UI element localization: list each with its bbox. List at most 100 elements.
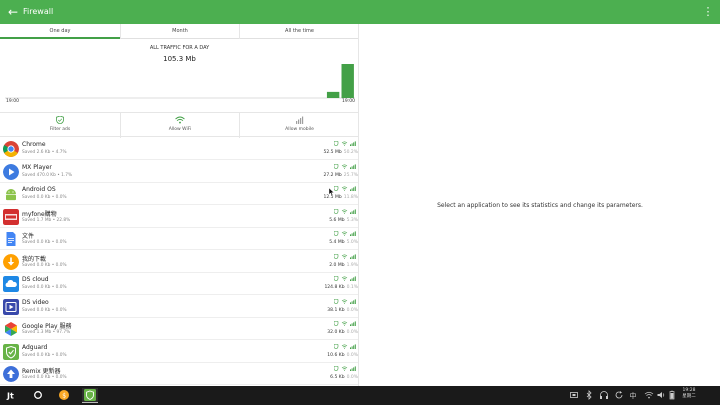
app-traffic: 10.6 Kb 0.0% [327, 353, 358, 358]
ds-video-icon [3, 298, 19, 315]
list-item[interactable]: 我的下載 Saved 0.0 Kb • 0.0% 2.0 Mb 1.9% [0, 251, 358, 273]
x-start-label: 19:00 [6, 99, 19, 104]
wifi-icon[interactable] [644, 390, 654, 400]
allow-wifi-label: Allow WiFi [168, 127, 192, 132]
traffic-percent: 5.3% [346, 217, 358, 223]
traffic-percent: 1.9% [346, 262, 358, 268]
screenshot-icon[interactable] [569, 390, 579, 400]
x-end-label: 19:00 [342, 99, 355, 104]
app-name: Chrome [22, 141, 46, 148]
app-list-pane: One day Month All the time ALL TRAFFIC F… [0, 24, 359, 386]
app-saved-stats: Saved 0.0 Kb • 0.0% [22, 307, 67, 313]
tab-one-day[interactable]: One day [0, 24, 120, 39]
download-icon [3, 253, 19, 270]
permission-toggles: Filter ads Allow WiFi Allow mobile [0, 112, 358, 138]
app-saved-stats: Saved 0.0 Kb • 0.0% [22, 262, 67, 268]
list-item[interactable]: Google Play 服務 Saved 1.3 Mb • 97.7% 32.0… [0, 318, 358, 340]
traffic-amount: 2.0 Mb [329, 262, 345, 268]
app-traffic: 32.0 Kb 0.0% [327, 330, 358, 335]
overflow-menu-icon[interactable]: ⋮ [702, 3, 714, 21]
remix-start-icon[interactable]: Jt [4, 388, 20, 403]
traffic-amount: 6.5 Kb [330, 375, 345, 380]
traffic-percent: 0.0% [346, 375, 358, 380]
traffic-chart: ALL TRAFFIC FOR A DAY 105.3 Mb 19:00 19:… [0, 40, 358, 112]
filter-ads-toggle[interactable]: Filter ads [0, 113, 120, 138]
remix-updater-icon [3, 366, 19, 382]
list-item[interactable]: Chrome Saved 2.6 Kb • 4.7% 52.5 Mb 50.2% [0, 138, 359, 160]
traffic-percent: 0.0% [346, 330, 358, 335]
list-item[interactable]: MX Player Saved 470.0 Kb • 1.7% 27.2 Mb 2… [0, 161, 358, 183]
app-traffic: 124.8 Kb 0.1% [324, 285, 358, 290]
app-saved-stats: Saved 1.7 Mb • 22.8% [22, 217, 71, 223]
adguard-icon [3, 343, 19, 360]
app-name: Remix 更新器 [22, 368, 61, 375]
coin-app-icon[interactable]: $ [56, 388, 72, 403]
google-play-services-icon [3, 321, 19, 337]
list-item[interactable]: DS video Saved 0.0 Kb • 0.0% 38.1 Kb 0.0% [0, 296, 358, 318]
app-saved-stats: Saved 2.6 Kb • 4.7% [22, 150, 67, 155]
traffic-amount: 5.6 Mb [329, 217, 345, 223]
app-saved-stats: Saved 0.0 Kb • 0.0% [22, 285, 67, 290]
app-traffic: 2.0 Mb 1.9% [329, 263, 358, 268]
list-item[interactable]: Remix 更新器 Saved 0.0 Kb • 0.0% 6.5 Kb 0.0% [0, 363, 358, 385]
app-name: Android OS [22, 186, 56, 193]
app-traffic: 38.1 Kb 0.0% [327, 308, 358, 313]
android-icon [3, 186, 19, 202]
tab-month[interactable]: Month [120, 24, 239, 39]
permission-status-icons [334, 343, 356, 349]
adguard-app-icon[interactable] [82, 388, 98, 403]
allow-wifi-toggle[interactable]: Allow WiFi [120, 113, 239, 138]
list-item[interactable]: myfone購物 Saved 1.7 Mb • 22.8% 5.6 Mb 5.3% [0, 206, 358, 228]
detail-pane: Select an application to see its statist… [360, 24, 720, 386]
volume-icon[interactable] [656, 390, 666, 400]
traffic-amount: 32.0 Kb [327, 330, 345, 335]
traffic-bar-chart [5, 64, 355, 99]
shield-icon [56, 116, 64, 124]
chrome-icon [3, 141, 19, 157]
refresh-icon[interactable] [614, 390, 624, 400]
taskbar-clock[interactable]: 19:28 星期二 [676, 388, 702, 400]
list-item[interactable]: Adguard Saved 0.0 Kb • 0.0% 10.6 Kb 0.0% [0, 341, 358, 363]
list-item[interactable]: DS cloud Saved 0.0 Kb • 0.0% 124.8 Kb 0.1… [0, 273, 358, 295]
app-name: MX Player [22, 163, 52, 171]
permission-status-icons [334, 163, 356, 169]
svg-text:Jt: Jt [6, 392, 14, 401]
app-saved-stats: Saved 0.0 Kb • 0.0% [22, 195, 67, 200]
bluetooth-icon[interactable] [584, 390, 594, 400]
allow-mobile-label: Allow mobile [285, 127, 314, 132]
traffic-amount: 38.1 Kb [327, 307, 345, 313]
headset-icon[interactable] [599, 390, 609, 400]
svg-text:$: $ [62, 393, 66, 400]
page-title: Firewall [23, 7, 54, 16]
mx-player-icon [3, 163, 19, 180]
svg-text:中: 中 [630, 391, 637, 400]
app-name: 文件 [22, 233, 35, 240]
myfone-icon [3, 208, 19, 225]
traffic-percent: 0.0% [346, 352, 358, 358]
traffic-amount: 52.5 Mb [323, 150, 342, 155]
filter-ads-label: Filter ads [49, 127, 71, 132]
ime-icon[interactable]: 中 [629, 390, 639, 400]
mouse-cursor-icon [329, 188, 335, 196]
traffic-percent: 0.1% [346, 285, 358, 290]
permission-status-icons [334, 366, 356, 371]
home-circle-icon[interactable] [30, 388, 46, 403]
list-item[interactable]: Android OS Saved 0.0 Kb • 0.0% 12.5 Mb 11… [0, 183, 358, 205]
back-arrow-icon[interactable]: ← [6, 3, 20, 21]
traffic-percent: 5.0% [346, 240, 358, 245]
permission-status-icons [334, 321, 356, 326]
permission-status-icons [334, 276, 356, 281]
app-traffic: 5.4 Mb 5.0% [329, 240, 358, 245]
app-traffic: 5.6 Mb 5.3% [329, 218, 358, 223]
tab-all-the-time[interactable]: All the time [239, 24, 358, 39]
app-saved-stats: Saved 0.0 Kb • 0.0% [22, 352, 67, 358]
app-traffic: 52.5 Mb 50.2% [324, 150, 359, 155]
permission-status-icons [334, 298, 356, 304]
list-item[interactable]: 文件 Saved 0.0 Kb • 0.0% 5.4 Mb 5.0% [0, 228, 358, 250]
app-saved-stats: Saved 1.3 Mb • 97.7% [22, 330, 71, 335]
traffic-percent: 0.0% [346, 307, 358, 313]
app-name: Google Play 服務 [22, 323, 72, 330]
traffic-amount: 124.8 Kb [324, 285, 345, 290]
allow-mobile-toggle[interactable]: Allow mobile [239, 113, 358, 138]
app-name: DS cloud [22, 276, 49, 283]
